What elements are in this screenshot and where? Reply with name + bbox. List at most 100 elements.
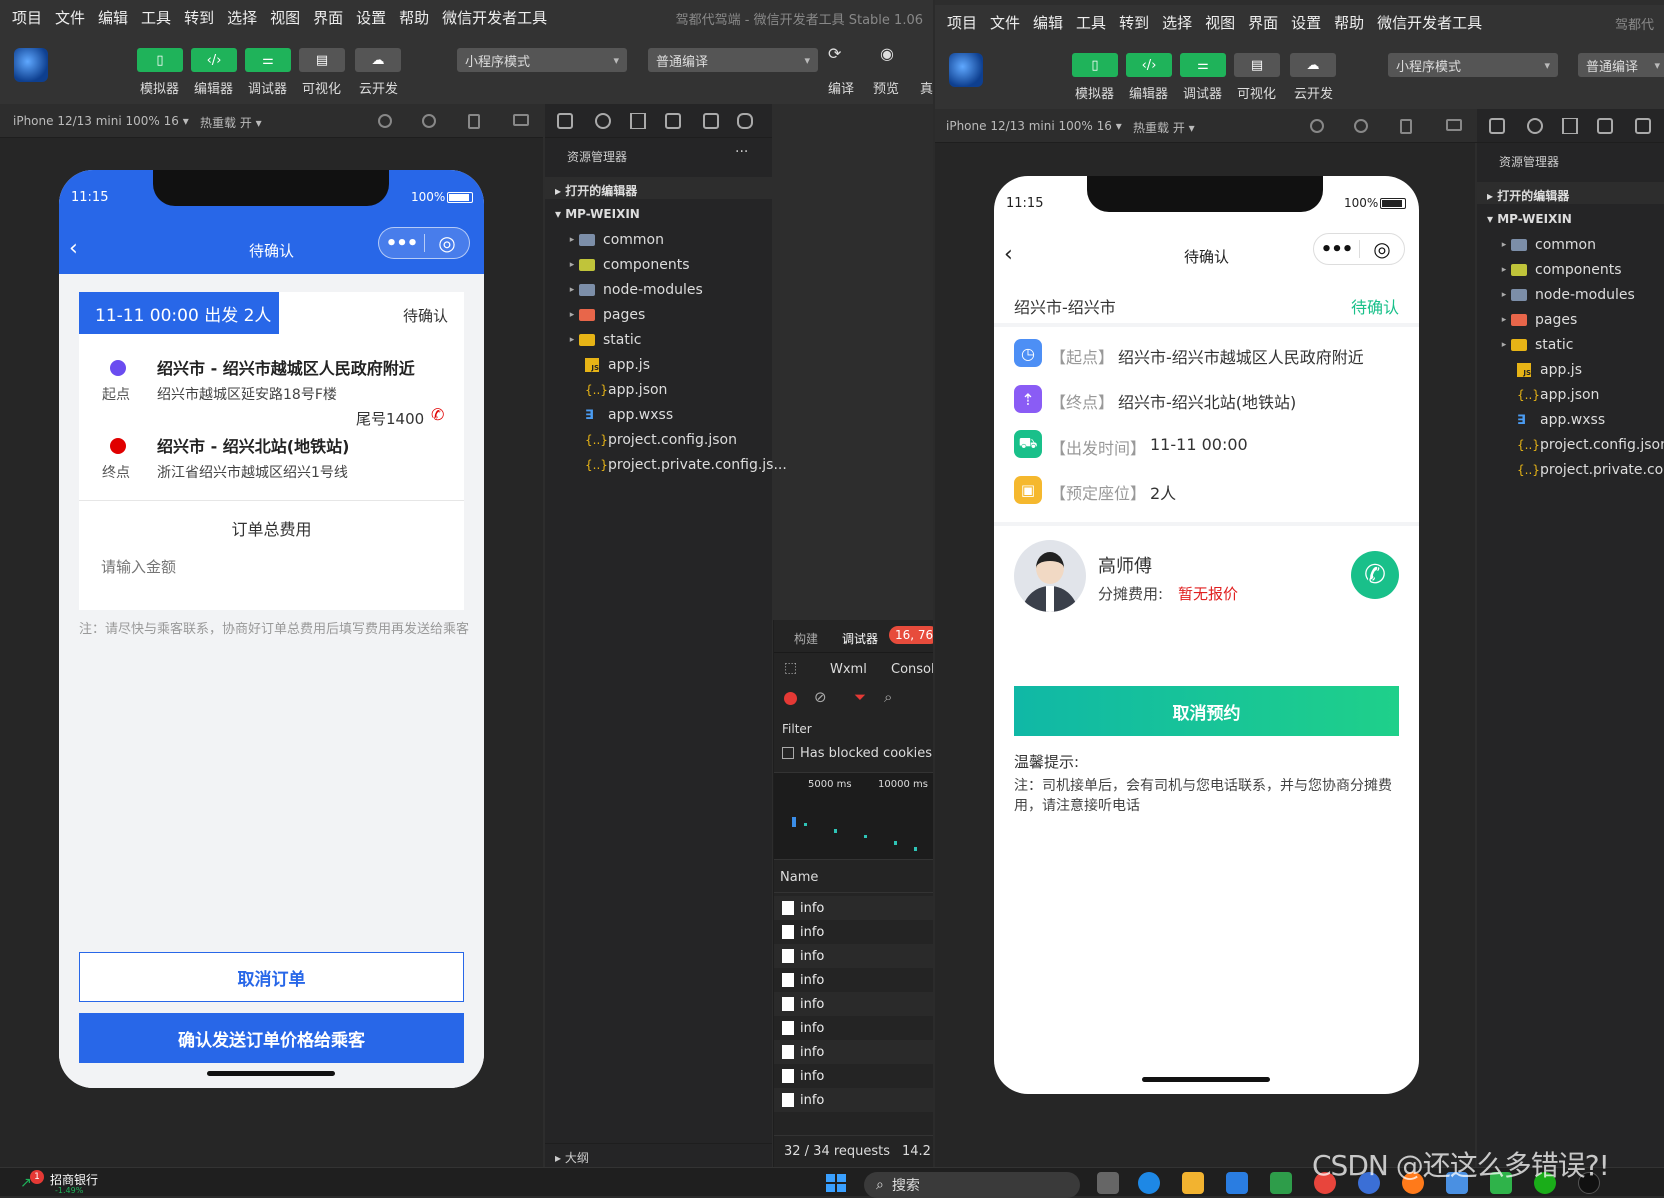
network-row[interactable]: info: [774, 1016, 933, 1040]
inspect-icon[interactable]: ⬚: [784, 660, 797, 676]
blocked-cookies-checkbox[interactable]: [782, 747, 794, 759]
search-icon[interactable]: ⌕: [884, 688, 892, 706]
git-icon[interactable]: [630, 113, 646, 129]
storage-icon[interactable]: [703, 113, 719, 129]
compile-icon[interactable]: ⟳: [828, 44, 841, 63]
visual-button[interactable]: ▤: [299, 48, 345, 72]
menu-edit[interactable]: 编辑: [98, 7, 128, 28]
tree-folder-components[interactable]: ▸ components: [565, 253, 690, 277]
vscode-icon[interactable]: [1226, 1172, 1248, 1194]
git-icon[interactable]: [1562, 118, 1578, 134]
menu-goto[interactable]: 转到: [184, 7, 214, 28]
menu-view[interactable]: 视图: [1205, 12, 1235, 33]
close-mini-icon[interactable]: ◎: [425, 231, 469, 255]
hot-reload-toggle[interactable]: 热重载 开 ▾: [1133, 119, 1195, 136]
tree-folder-common[interactable]: ▸ common: [565, 228, 664, 252]
project-root[interactable]: ▾ MP-WEIXIN: [1487, 212, 1572, 226]
network-row[interactable]: info: [774, 1040, 933, 1064]
window-icon[interactable]: [1446, 119, 1462, 131]
menu-select[interactable]: 选择: [1162, 12, 1192, 33]
refresh-icon[interactable]: [378, 114, 392, 128]
folder-icon[interactable]: [1182, 1172, 1204, 1194]
tree-file-app-json[interactable]: {..} app.json: [1517, 383, 1599, 407]
project-root[interactable]: ▾ MP-WEIXIN: [555, 207, 640, 221]
cloud-button[interactable]: ☁: [355, 48, 401, 72]
tree-file-app-js[interactable]: JS app.js: [585, 353, 650, 377]
clear-icon[interactable]: ⊘: [814, 688, 827, 706]
network-row[interactable]: info: [774, 1088, 933, 1112]
storage-icon[interactable]: [1635, 118, 1651, 134]
tree-folder-static[interactable]: ▸ static: [1497, 333, 1574, 357]
tree-file-project-private-config[interactable]: {..} project.private.config.js...: [585, 453, 787, 477]
open-editors[interactable]: ▸ 打开的编辑器: [1487, 187, 1569, 204]
menu-wechat[interactable]: 微信开发者工具: [1377, 12, 1482, 33]
tree-folder-static[interactable]: ▸ static: [565, 328, 642, 352]
menu-view[interactable]: 视图: [270, 7, 300, 28]
extensions-icon[interactable]: [665, 113, 681, 129]
device-select[interactable]: iPhone 12/13 mini 100% 16 ▾: [946, 119, 1122, 133]
more-icon[interactable]: •••: [1314, 239, 1359, 260]
menu-file[interactable]: 文件: [990, 12, 1020, 33]
tree-folder-pages[interactable]: ▸ pages: [565, 303, 646, 327]
filter-icon[interactable]: ⏷: [854, 688, 866, 706]
capsule-menu[interactable]: ••• ◎: [1313, 233, 1405, 265]
debugger-button[interactable]: ⚌: [245, 48, 291, 72]
menu-wechat[interactable]: 微信开发者工具: [442, 7, 547, 28]
window-icon[interactable]: [513, 114, 529, 126]
compile-select[interactable]: 普通编译: [648, 48, 818, 72]
outline-panel[interactable]: ▸ 大纲: [545, 1143, 772, 1167]
tree-folder-components[interactable]: ▸ components: [1497, 258, 1622, 282]
record-icon[interactable]: [1354, 119, 1368, 133]
fee-input[interactable]: [101, 552, 441, 582]
tree-file-app-wxss[interactable]: ∃ app.wxss: [1517, 408, 1605, 432]
files-icon[interactable]: [557, 113, 573, 129]
compile-select[interactable]: 普通编译: [1578, 53, 1664, 77]
taskbar-search[interactable]: ⌕ 搜索: [864, 1172, 1080, 1198]
close-mini-icon[interactable]: ◎: [1360, 237, 1404, 261]
network-row[interactable]: info: [774, 968, 933, 992]
network-row[interactable]: info: [774, 1064, 933, 1088]
windows-start-icon[interactable]: [826, 1174, 846, 1192]
files-icon[interactable]: [1489, 118, 1505, 134]
cancel-order-button[interactable]: 取消订单: [79, 952, 464, 1002]
call-driver-icon[interactable]: ✆: [1351, 551, 1399, 599]
tree-folder-node-modules[interactable]: ▸ node-modules: [565, 278, 703, 302]
hot-reload-toggle[interactable]: 热重载 开 ▾: [200, 114, 262, 131]
record-icon[interactable]: [784, 692, 797, 705]
menu-interface[interactable]: 界面: [313, 7, 343, 28]
menu-edit[interactable]: 编辑: [1033, 12, 1063, 33]
editor-button[interactable]: ‹/›: [191, 48, 237, 72]
menu-interface[interactable]: 界面: [1248, 12, 1278, 33]
mode-select[interactable]: 小程序模式: [1388, 53, 1558, 77]
network-row[interactable]: info: [774, 896, 933, 920]
edge-icon[interactable]: [1138, 1172, 1160, 1194]
tree-file-project-private-config[interactable]: {..} project.private.conf: [1517, 458, 1664, 482]
explorer-more-icon[interactable]: ···: [735, 144, 748, 160]
confirm-send-button[interactable]: 确认发送订单价格给乘客: [79, 1013, 464, 1063]
name-column-header[interactable]: Name: [780, 870, 933, 885]
visual-button[interactable]: ▤: [1234, 53, 1280, 77]
extensions-icon[interactable]: [1597, 118, 1613, 134]
tree-folder-pages[interactable]: ▸ pages: [1497, 308, 1578, 332]
device-icon[interactable]: [1400, 119, 1412, 134]
tree-file-app-js[interactable]: JS app.js: [1517, 358, 1582, 382]
menu-settings[interactable]: 设置: [356, 7, 386, 28]
device-icon[interactable]: [468, 114, 480, 129]
refresh-icon[interactable]: [1310, 119, 1324, 133]
menu-project[interactable]: 项目: [12, 7, 42, 28]
simulator-button[interactable]: ▯: [1072, 53, 1118, 77]
filter-label[interactable]: Filter: [782, 722, 933, 736]
menu-file[interactable]: 文件: [55, 7, 85, 28]
simulator-button[interactable]: ▯: [137, 48, 183, 72]
cloud-button[interactable]: ☁: [1290, 53, 1336, 77]
search-icon[interactable]: [1527, 118, 1543, 134]
tree-file-project-config[interactable]: {..} project.config.json: [1517, 433, 1664, 457]
network-row[interactable]: info: [774, 992, 933, 1016]
network-row[interactable]: info: [774, 944, 933, 968]
editor-button[interactable]: ‹/›: [1126, 53, 1172, 77]
network-row[interactable]: info: [774, 920, 933, 944]
tab-console[interactable]: Consol: [891, 662, 933, 677]
tree-folder-node-modules[interactable]: ▸ node-modules: [1497, 283, 1635, 307]
menu-tools[interactable]: 工具: [141, 7, 171, 28]
search-icon[interactable]: [595, 113, 611, 129]
